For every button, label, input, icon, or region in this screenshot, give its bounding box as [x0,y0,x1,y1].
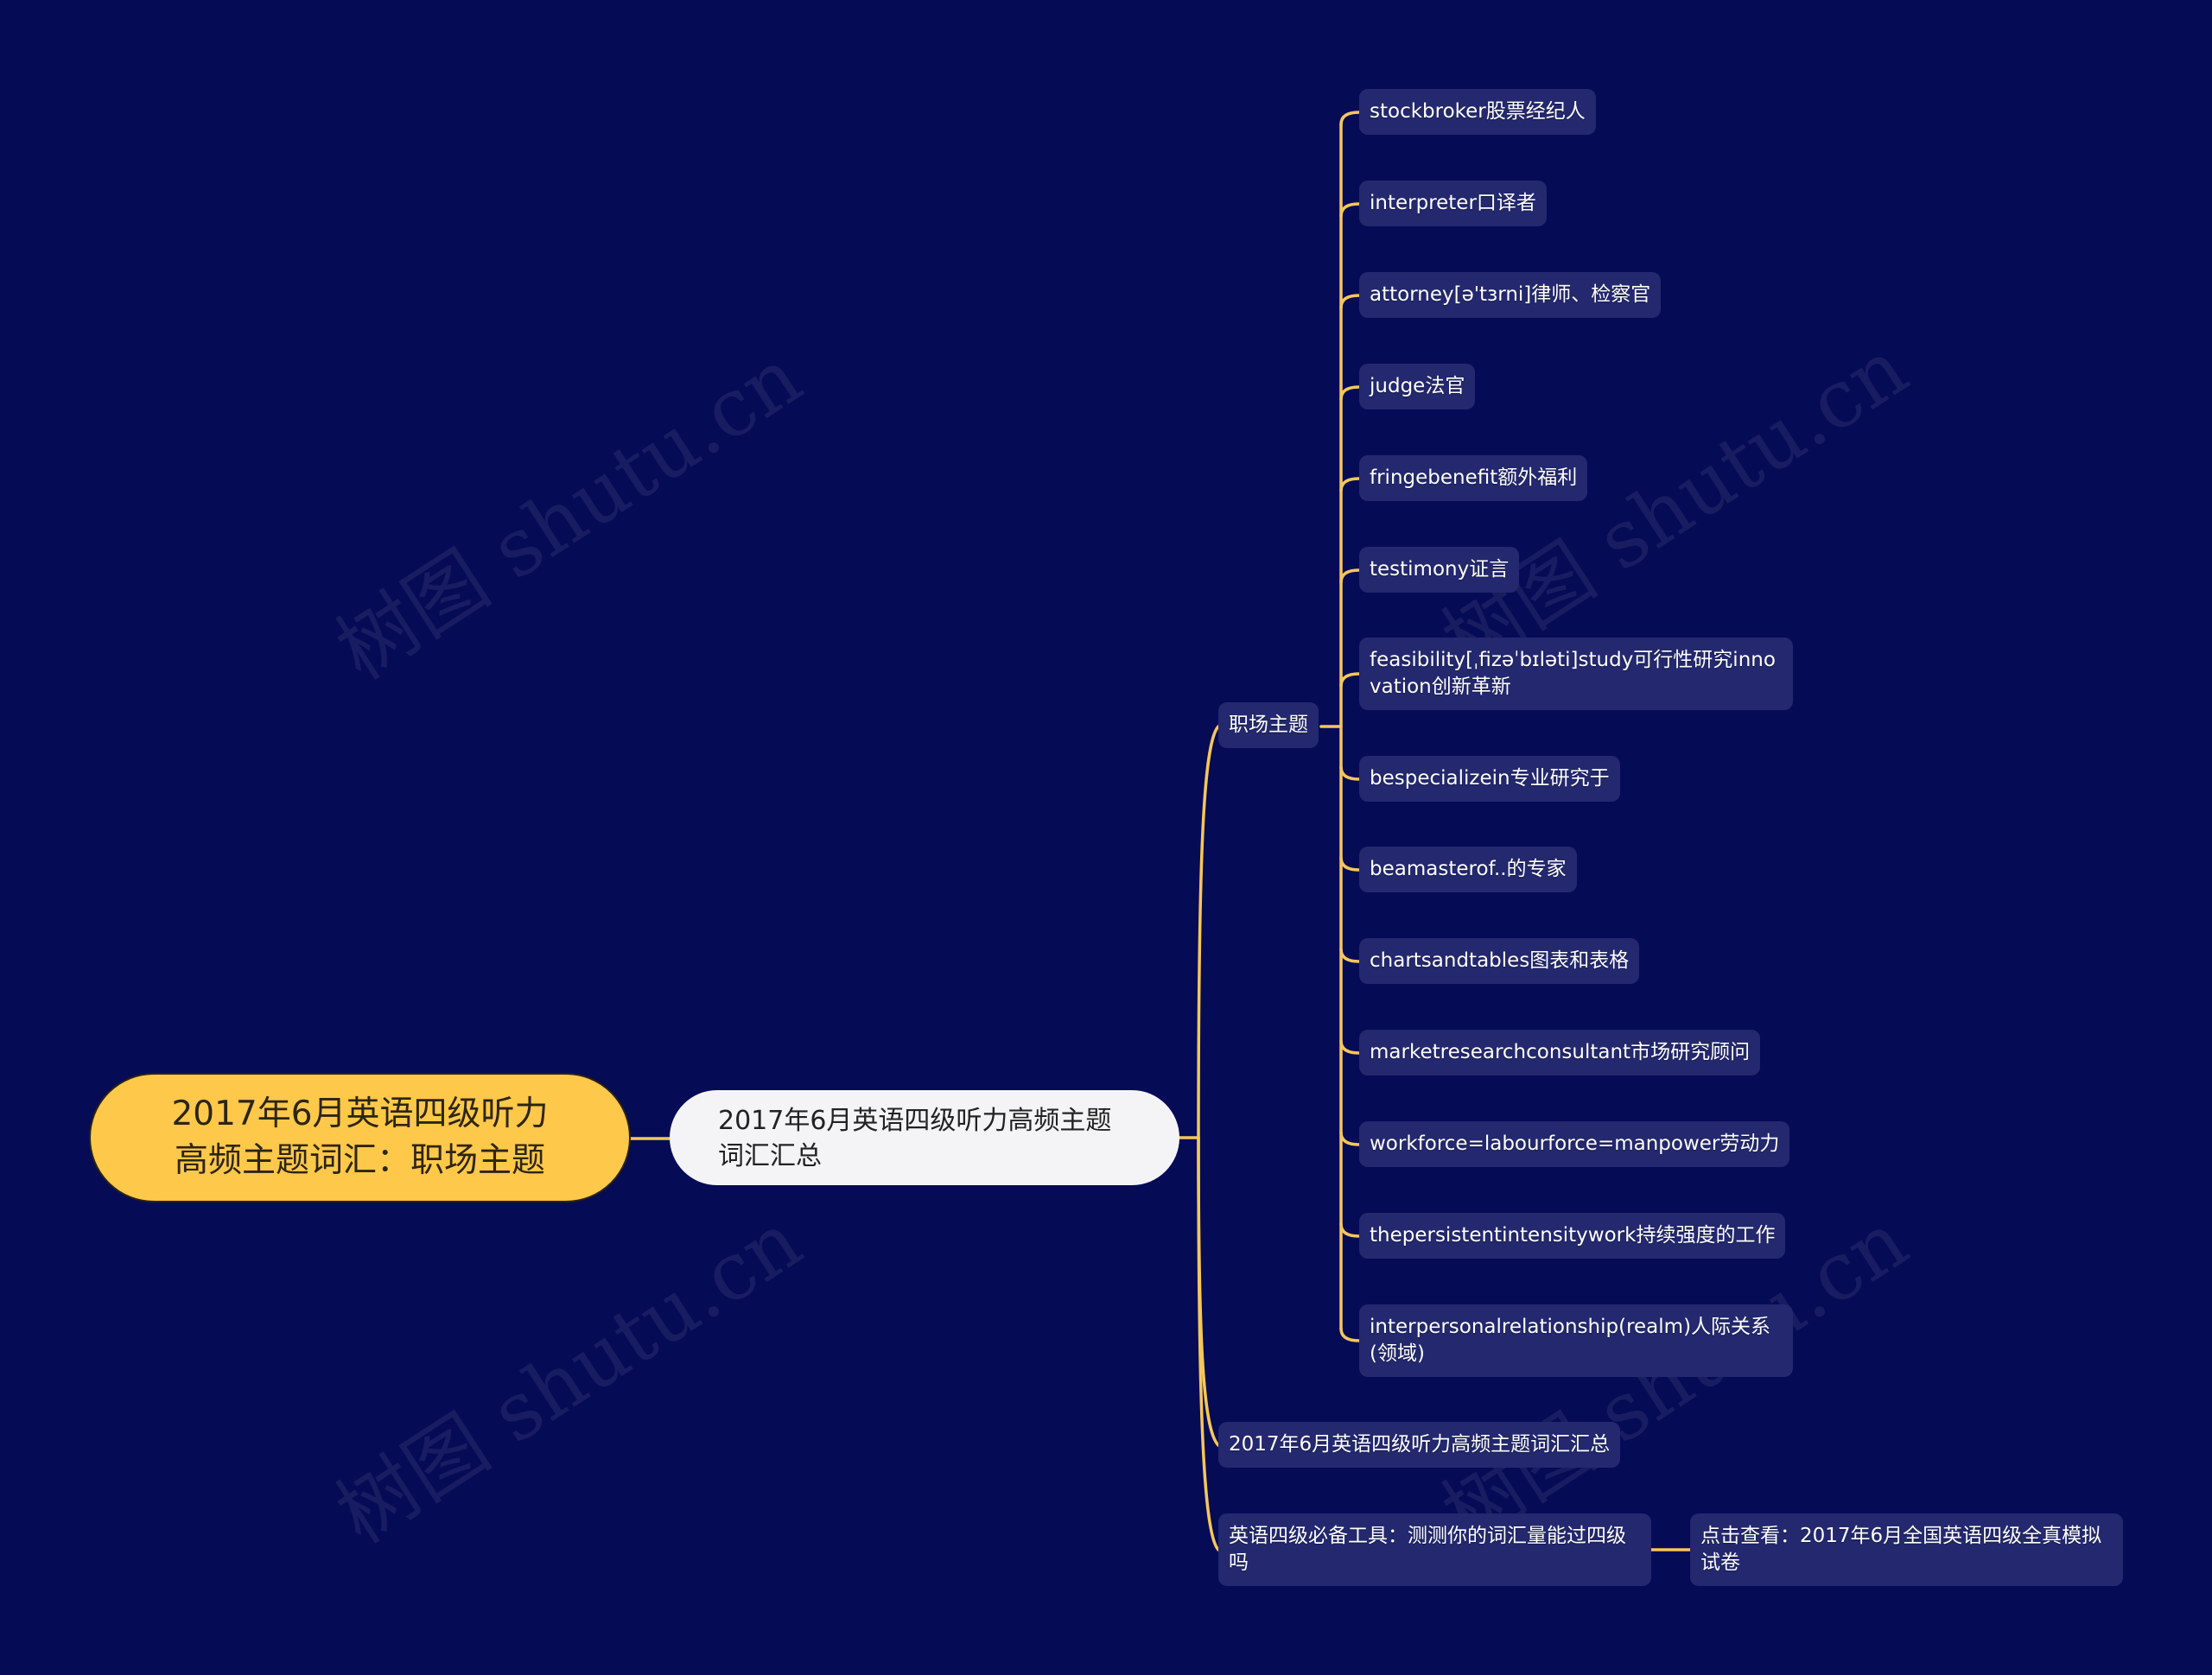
leaf-node-label: 点击查看：2017年6月全国英语四级全真模拟试卷 [1700,1525,2102,1574]
leaf-node[interactable]: marketresearchconsultant市场研究顾问 [1359,1030,1761,1075]
leaf-node-label: interpreter口译者 [1370,192,1536,214]
connector-leaf-3 [1339,385,1361,401]
branch-node-label: 2017年6月英语四级听力高频主题词汇汇总 [1229,1433,1611,1456]
connector-lines [629,111,1692,1551]
root-node[interactable]: 2017年6月英语四级听力高频主题词汇：职场主题 [89,1073,631,1202]
leaf-node[interactable]: stockbroker股票经纪人 [1359,89,1596,135]
connector-leaf-4 [1339,477,1361,492]
leaf-node[interactable]: bespecializein专业研究于 [1359,756,1620,802]
leaf-node-label: workforce=labourforce=manpower劳动力 [1370,1133,1780,1155]
leaf-node-label: stockbroker股票经纪人 [1370,100,1586,123]
leaf-node[interactable]: workforce=labourforce=manpower劳动力 [1359,1121,1790,1167]
leaf-node[interactable]: chartsandtables图表和表格 [1359,938,1640,984]
leaf-node[interactable]: thepersistentintensitywork持续强度的工作 [1359,1213,1786,1259]
connector-leaf-9 [1339,948,1361,963]
mindmap-canvas: 树图 shutu.cn 树图 shutu.cn 树图 shutu.cn 树图 s… [0,0,2212,1675]
leaf-node-label: interpersonalrelationship(realm)人际关系(领域) [1370,1316,1771,1365]
leaf-node[interactable]: judge法官 [1359,364,1476,409]
branch-node-label: 职场主题 [1229,714,1308,736]
center-node[interactable]: 2017年6月英语四级听力高频主题词汇汇总 [670,1090,1179,1185]
connector-branch-tool [1197,1136,1220,1551]
leaf-node[interactable]: attorney[ə'tɜrni]律师、检察官 [1359,272,1662,318]
branch-node-workplace[interactable]: 职场主题 [1218,702,1319,748]
leaf-node[interactable]: interpreter口译者 [1359,181,1547,226]
leaf-node[interactable]: interpersonalrelationship(realm)人际关系(领域) [1359,1304,1793,1377]
leaf-node[interactable]: feasibility[ˌfizəˈbɪləti]study可行性研究innov… [1359,638,1793,710]
leaf-node-label: attorney[ə'tɜrni]律师、检察官 [1370,283,1651,306]
connector-leaf-13 [1339,1327,1361,1342]
leaf-node-mock-exam-link[interactable]: 点击查看：2017年6月全国英语四级全真模拟试卷 [1690,1513,2123,1586]
leaf-node-label: feasibility[ˌfizəˈbɪləti]study可行性研究innov… [1370,649,1776,698]
root-node-label: 2017年6月英语四级听力高频主题词汇：职场主题 [171,1094,549,1180]
connector-leaf-11 [1339,1131,1361,1146]
connector-leaf-8 [1339,856,1361,872]
leaf-node-label: testimony证言 [1370,558,1510,581]
leaf-node[interactable]: beamasterof..的专家 [1359,847,1577,892]
branch-node-summary[interactable]: 2017年6月英语四级听力高频主题词汇汇总 [1218,1422,1621,1468]
branch-node-label: 英语四级必备工具：测测你的词汇量能过四级吗 [1229,1525,1626,1574]
leaf-node-label: judge法官 [1370,375,1465,397]
connector-leaf-1 [1339,202,1361,218]
connector-leaf-12 [1339,1222,1361,1238]
connector-leaf-2 [1339,294,1361,309]
connector-leaf-6 [1339,672,1361,688]
leaf-node-label: thepersistentintensitywork持续强度的工作 [1370,1224,1776,1247]
leaf-node-label: bespecializein专业研究于 [1370,767,1610,790]
branch-node-tool[interactable]: 英语四级必备工具：测测你的词汇量能过四级吗 [1218,1513,1651,1586]
leaf-node[interactable]: fringebenefit额外福利 [1359,455,1588,501]
center-node-label: 2017年6月英语四级听力高频主题词汇汇总 [718,1106,1112,1171]
connector-branch-workplace [1197,725,1220,1139]
connector-leaf-10 [1339,1039,1361,1055]
leaf-node-label: fringebenefit额外福利 [1370,466,1578,489]
connector-leaf-7 [1339,765,1361,781]
connector-leaf-0 [1339,111,1361,126]
leaf-node-label: chartsandtables图表和表格 [1370,949,1630,972]
connector-leaf-5 [1339,568,1361,584]
leaf-node[interactable]: testimony证言 [1359,547,1520,593]
leaf-node-label: marketresearchconsultant市场研究顾问 [1370,1041,1751,1063]
leaf-node-label: beamasterof..的专家 [1370,858,1567,880]
